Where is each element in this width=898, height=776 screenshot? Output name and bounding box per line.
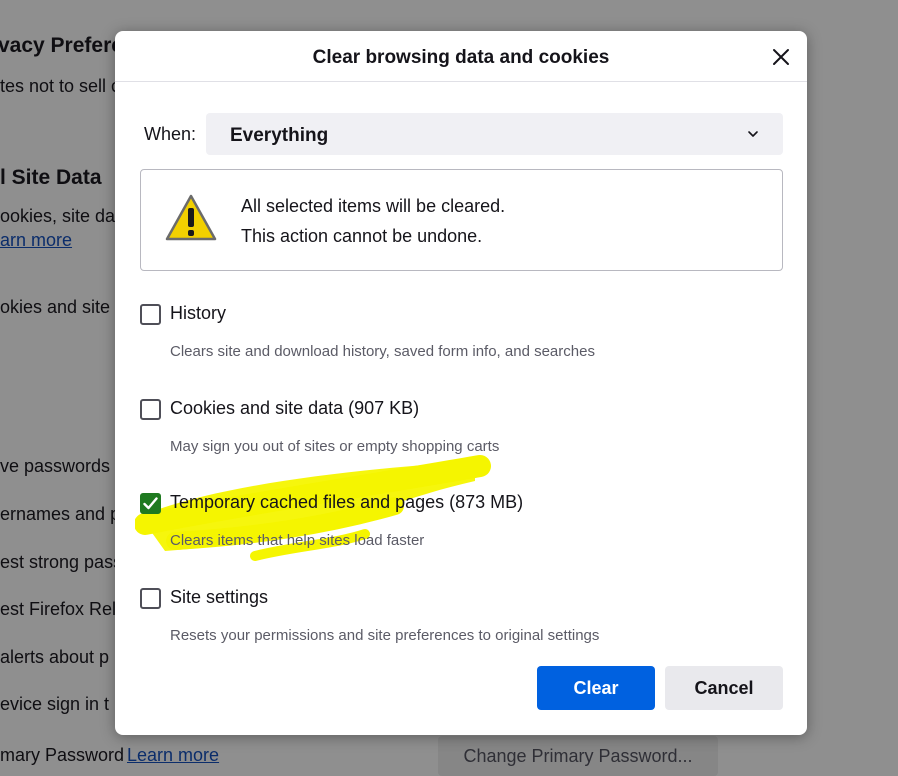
clear-button[interactable]: Clear	[537, 666, 655, 710]
bg-learn-more-link-2: Learn more	[127, 745, 220, 765]
bg-line-primary-password: mary Password	[0, 745, 125, 765]
bg-change-primary-password-label: Change Primary Password...	[463, 745, 693, 766]
bg-line-cookies: ookies, site dat	[0, 206, 121, 226]
option-cache: Temporary cached files and pages (873 MB…	[140, 492, 780, 562]
bg-line-usernames: ernames and p	[0, 504, 121, 524]
close-button[interactable]	[767, 43, 795, 71]
warning-line-1: All selected items will be cleared.	[241, 196, 506, 216]
clear-data-dialog: Clear browsing data and cookies When: Ev…	[115, 31, 807, 735]
when-label: When:	[144, 124, 196, 145]
cancel-button[interactable]: Cancel	[665, 666, 783, 710]
checkmark-icon	[143, 497, 158, 510]
option-cookies: Cookies and site data (907 KB) May sign …	[140, 398, 780, 468]
bg-line-firefox-relay: est Firefox Rela	[0, 599, 127, 619]
bg-line-alerts: alerts about p	[0, 647, 110, 667]
site-settings-checkbox[interactable]	[140, 588, 161, 609]
bg-change-primary-password-button: Change Primary Password...	[438, 736, 718, 776]
warning-line-2: This action cannot be undone.	[241, 226, 483, 246]
history-label[interactable]: History	[170, 303, 226, 324]
bg-line-save-passwords: ve passwords	[0, 456, 111, 476]
site-settings-label[interactable]: Site settings	[170, 587, 268, 608]
option-site-settings: Site settings Resets your permissions an…	[140, 587, 780, 657]
bg-line-strong-pass: est strong pass	[0, 552, 123, 572]
cache-checkbox[interactable]	[140, 493, 161, 514]
cookies-description: May sign you out of sites or empty shopp…	[170, 438, 500, 455]
cancel-button-label: Cancel	[694, 677, 754, 698]
option-history: History Clears site and download history…	[140, 303, 780, 373]
site-settings-description: Resets your permissions and site prefere…	[170, 627, 600, 644]
warning-icon	[165, 194, 217, 241]
close-icon	[773, 49, 789, 65]
history-description: Clears site and download history, saved …	[170, 343, 595, 360]
bg-learn-more-link: arn more	[0, 230, 73, 250]
bg-line-cookies-site: okies and site c	[0, 297, 125, 317]
bg-heading-site-data: l Site Data	[0, 166, 102, 189]
cache-description: Clears items that help sites load faster	[170, 532, 425, 549]
history-checkbox[interactable]	[140, 304, 161, 325]
warning-box: All selected items will be cleared. This…	[140, 169, 783, 271]
bg-line-device-signin: evice sign in t	[0, 694, 110, 714]
bg-heading-privacy: vacy Prefere	[0, 34, 123, 57]
dialog-title: Clear browsing data and cookies	[312, 47, 610, 68]
when-label-text: When:	[144, 124, 197, 144]
dialog-header: Clear browsing data and cookies	[115, 31, 807, 82]
clear-button-label: Clear	[573, 677, 619, 698]
cookies-label[interactable]: Cookies and site data (907 KB)	[170, 398, 419, 419]
cache-label[interactable]: Temporary cached files and pages (873 MB…	[170, 492, 523, 513]
when-dropdown[interactable]: Everything	[206, 113, 783, 155]
when-dropdown-value: Everything	[230, 125, 329, 146]
chevron-down-icon	[748, 131, 758, 137]
bg-line-sell: tes not to sell c	[0, 76, 121, 96]
cookies-checkbox[interactable]	[140, 399, 161, 420]
